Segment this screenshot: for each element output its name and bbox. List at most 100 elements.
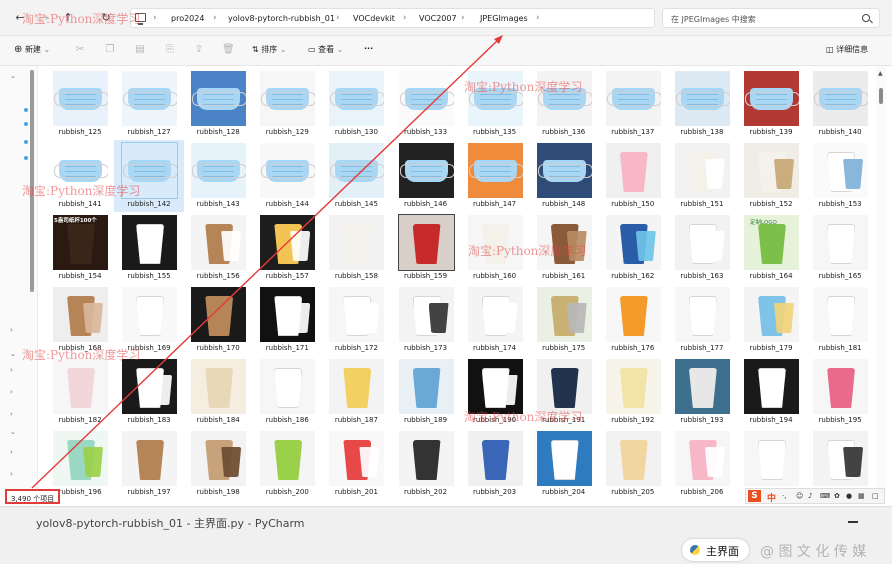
refresh-icon[interactable]: ↻: [98, 10, 114, 26]
cut-icon[interactable]: ✂: [74, 44, 86, 56]
chevron-right-icon[interactable]: ›: [10, 366, 13, 374]
chevron-right-icon[interactable]: ›: [10, 448, 13, 456]
user-icon[interactable]: ●: [846, 492, 852, 500]
chevron-down-icon[interactable]: ⌄: [10, 72, 16, 80]
file-item[interactable]: rubbish_128: [183, 68, 253, 140]
file-item[interactable]: rubbish_174: [460, 284, 530, 356]
file-item[interactable]: rubbish_195: [805, 356, 872, 428]
file-item[interactable]: rubbish_172: [321, 284, 391, 356]
copy-icon[interactable]: ❐: [104, 44, 116, 56]
file-item[interactable]: 5盎司纸杯100个 rubbish_154: [45, 212, 115, 284]
scroll-up-icon[interactable]: ▲: [878, 70, 883, 77]
sort-button[interactable]: ⇅ 排序 ⌄: [252, 44, 287, 55]
file-item[interactable]: rubbish_127: [114, 68, 184, 140]
paste-icon[interactable]: ▤: [134, 44, 146, 56]
file-item[interactable]: rubbish_147: [460, 140, 530, 212]
file-item[interactable]: rubbish_130: [321, 68, 391, 140]
file-item[interactable]: rubbish_183: [114, 356, 184, 428]
view-toggle-icon[interactable]: □: [872, 492, 879, 500]
file-item[interactable]: rubbish_173: [391, 284, 461, 356]
chevron-right-icon[interactable]: ›: [10, 388, 13, 396]
file-item[interactable]: rubbish_156: [183, 212, 253, 284]
share-icon[interactable]: ⇪: [193, 44, 205, 56]
chevron-right-icon[interactable]: ›: [10, 326, 13, 334]
forward-arrow-icon[interactable]: →: [36, 10, 52, 26]
breadcrumb-voc2007[interactable]: VOC2007: [419, 14, 457, 23]
ime-mode[interactable]: 中: [767, 491, 776, 504]
emoji-icon[interactable]: ☺: [796, 492, 803, 500]
file-item[interactable]: rubbish_145: [321, 140, 391, 212]
file-item[interactable]: rubbish_138: [667, 68, 737, 140]
file-item[interactable]: rubbish_140: [805, 68, 872, 140]
file-item[interactable]: rubbish_179: [736, 284, 806, 356]
file-item[interactable]: rubbish_170: [183, 284, 253, 356]
file-item[interactable]: rubbish_133: [391, 68, 461, 140]
chevron-right-icon[interactable]: ›: [10, 410, 13, 418]
file-item[interactable]: rubbish_137: [598, 68, 668, 140]
up-arrow-icon[interactable]: ↑: [60, 10, 76, 26]
file-item[interactable]: rubbish_169: [114, 284, 184, 356]
file-item[interactable]: rubbish_181: [805, 284, 872, 356]
minimize-icon[interactable]: [848, 521, 858, 523]
file-item[interactable]: rubbish_139: [736, 68, 806, 140]
file-item[interactable]: rubbish_193: [667, 356, 737, 428]
file-item[interactable]: rubbish_168: [45, 284, 115, 356]
chevron-down-icon[interactable]: ⌄: [10, 428, 16, 436]
ime-punct[interactable]: ·,: [782, 492, 786, 500]
details-button[interactable]: ◫ 详细信息: [826, 44, 868, 55]
file-item[interactable]: rubbish_171: [252, 284, 322, 356]
breadcrumb-pro2024[interactable]: pro2024: [171, 14, 204, 23]
file-item[interactable]: rubbish_184: [183, 356, 253, 428]
pycharm-window-title[interactable]: yolov8-pytorch-rubbish_01 - 主界面.py - PyC…: [36, 515, 305, 531]
file-item[interactable]: 定制LOGO rubbish_164: [736, 212, 806, 284]
search-input[interactable]: 在 JPEGImages 中搜索: [662, 8, 880, 28]
file-item[interactable]: rubbish_158: [321, 212, 391, 284]
file-item[interactable]: rubbish_190: [460, 356, 530, 428]
ime-toolbar[interactable]: S 中 ·, ☺ ♪ ⌨ ✿ ● ▦ □: [745, 488, 885, 504]
file-item[interactable]: rubbish_163: [667, 212, 737, 284]
file-item[interactable]: rubbish_157: [252, 212, 322, 284]
breadcrumb-jpegimages[interactable]: JPEGImages: [480, 14, 528, 23]
file-item[interactable]: rubbish_182: [45, 356, 115, 428]
skin-icon[interactable]: ✿: [834, 492, 840, 500]
file-item[interactable]: rubbish_160: [460, 212, 530, 284]
file-item[interactable]: rubbish_136: [529, 68, 599, 140]
chevron-right-icon[interactable]: ›: [10, 470, 13, 478]
file-item[interactable]: rubbish_141: [45, 140, 115, 212]
toolbox-icon[interactable]: ▦: [858, 492, 865, 500]
file-grid[interactable]: rubbish_125 rubbish_127 rubbish_128 rubbish…: [40, 66, 872, 496]
file-item[interactable]: rubbish_191: [529, 356, 599, 428]
file-item[interactable]: rubbish_177: [667, 284, 737, 356]
delete-icon[interactable]: 🗑: [222, 44, 235, 56]
file-item[interactable]: rubbish_143: [183, 140, 253, 212]
chevron-down-icon[interactable]: ⌄: [10, 350, 16, 358]
new-button[interactable]: ⊕ 新建 ⌄: [14, 44, 50, 55]
navigation-scrollbar[interactable]: [30, 70, 34, 292]
file-item[interactable]: rubbish_162: [598, 212, 668, 284]
file-item[interactable]: rubbish_175: [529, 284, 599, 356]
file-item[interactable]: rubbish_148: [529, 140, 599, 212]
file-item[interactable]: rubbish_150: [598, 140, 668, 212]
file-item[interactable]: rubbish_155: [114, 212, 184, 284]
file-item[interactable]: rubbish_152: [736, 140, 806, 212]
sogou-logo-icon[interactable]: S: [748, 490, 761, 502]
microphone-icon[interactable]: ♪: [808, 492, 812, 500]
file-item[interactable]: rubbish_144: [252, 140, 322, 212]
file-item[interactable]: rubbish_194: [736, 356, 806, 428]
file-item[interactable]: rubbish_189: [391, 356, 461, 428]
scroll-thumb[interactable]: [879, 88, 883, 104]
file-item[interactable]: rubbish_146: [391, 140, 461, 212]
file-item[interactable]: rubbish_176: [598, 284, 668, 356]
file-item[interactable]: rubbish_151: [667, 140, 737, 212]
file-item[interactable]: rubbish_125: [45, 68, 115, 140]
file-item[interactable]: rubbish_165: [805, 212, 872, 284]
breadcrumb-project[interactable]: yolov8-pytorch-rubbish_01: [228, 14, 335, 23]
file-item[interactable]: rubbish_129: [252, 68, 322, 140]
breadcrumb-vocdevkit[interactable]: VOCdevkit: [353, 14, 395, 23]
file-item[interactable]: rubbish_142: [114, 140, 185, 212]
view-button[interactable]: ▭ 查看 ⌄: [308, 44, 343, 55]
file-item[interactable]: rubbish_161: [529, 212, 599, 284]
keyboard-icon[interactable]: ⌨: [820, 492, 830, 500]
taskbar-chip[interactable]: 主界面: [682, 539, 749, 561]
more-options-button[interactable]: ···: [364, 44, 373, 53]
